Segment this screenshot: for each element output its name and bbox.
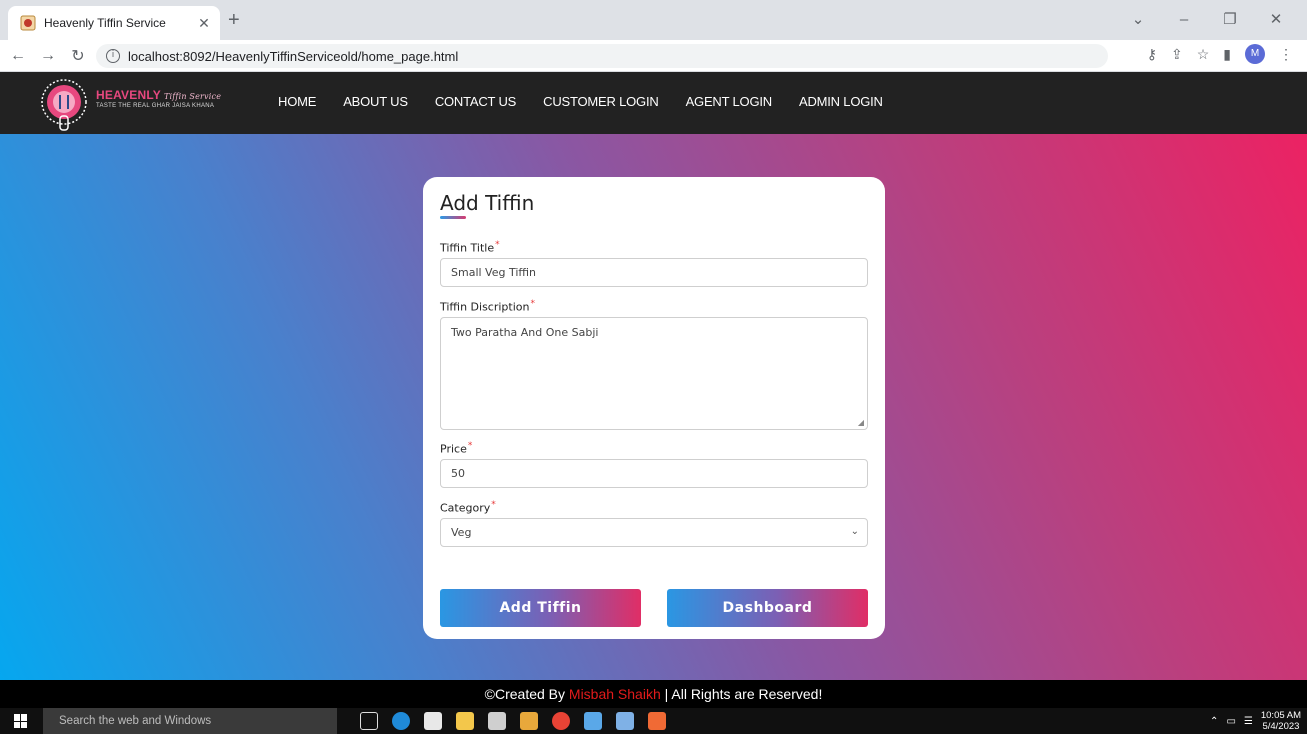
main-nav: HOME ABOUT US CONTACT US CUSTOMER LOGIN … bbox=[278, 94, 910, 109]
close-window-icon[interactable]: ✕ bbox=[1253, 8, 1299, 32]
price-label: Price* bbox=[440, 441, 473, 456]
forward-icon[interactable]: → bbox=[36, 47, 60, 65]
tiffin-description-textarea[interactable]: Two Paratha And One Sabji ◢ bbox=[440, 317, 868, 430]
address-bar[interactable]: i localhost:8092/HeavenlyTiffinServiceol… bbox=[96, 44, 1108, 68]
url-text: localhost:8092/HeavenlyTiffinServiceold/… bbox=[128, 48, 459, 64]
taskbar-search-input[interactable]: Search the web and Windows bbox=[43, 708, 337, 734]
share-icon[interactable]: ⇪ bbox=[1171, 46, 1183, 63]
nav-contact-us[interactable]: CONTACT US bbox=[435, 94, 517, 109]
tiffin-title-label: Tiffin Title* bbox=[440, 240, 500, 255]
new-tab-icon[interactable]: + bbox=[228, 10, 240, 30]
notepad-icon[interactable] bbox=[616, 712, 634, 730]
footer-author: Misbah Shaikh bbox=[568, 686, 661, 702]
os-taskbar: Search the web and Windows ⌃ ▭ ☰ 10:05 A… bbox=[0, 708, 1307, 734]
site-header: HEAVENLY Tiffin Service TASTE THE REAL GH… bbox=[0, 72, 1307, 134]
category-select[interactable]: Veg ⌄ bbox=[440, 518, 868, 547]
tiffin-title-input[interactable]: Small Veg Tiffin bbox=[440, 258, 868, 287]
resize-handle-icon[interactable]: ◢ bbox=[858, 418, 864, 427]
task-view-icon[interactable] bbox=[360, 712, 378, 730]
restore-icon[interactable]: ❐ bbox=[1207, 8, 1253, 32]
camera-icon[interactable] bbox=[488, 712, 506, 730]
browser-tabstrip: Heavenly Tiffin Service ✕ + ⌄ – ❐ ✕ bbox=[0, 0, 1307, 40]
chevron-down-icon: ⌄ bbox=[850, 526, 859, 537]
nav-about-us[interactable]: ABOUT US bbox=[343, 94, 408, 109]
edge-browser-icon[interactable] bbox=[392, 712, 410, 730]
back-icon[interactable]: ← bbox=[6, 47, 30, 65]
sublime-text-icon[interactable] bbox=[520, 712, 538, 730]
required-mark: * bbox=[530, 299, 535, 309]
taskbar-clock[interactable]: 10:05 AM 5/4/2023 bbox=[1261, 710, 1301, 732]
price-input[interactable]: 50 bbox=[440, 459, 868, 488]
required-mark: * bbox=[495, 240, 500, 250]
required-mark: * bbox=[491, 500, 496, 510]
brand: HEAVENLY Tiffin Service TASTE THE REAL GH… bbox=[96, 88, 221, 109]
hero-background: Add Tiffin Tiffin Title* Small Veg Tiffi… bbox=[0, 134, 1307, 680]
taskbar-apps bbox=[360, 712, 666, 730]
xampp-icon[interactable] bbox=[648, 712, 666, 730]
site-info-icon[interactable]: i bbox=[106, 49, 120, 63]
nav-admin-login[interactable]: ADMIN LOGIN bbox=[799, 94, 883, 109]
virtualbox-icon[interactable] bbox=[584, 712, 602, 730]
logo-icon[interactable] bbox=[36, 76, 92, 132]
store-icon[interactable] bbox=[424, 712, 442, 730]
nav-customer-login[interactable]: CUSTOMER LOGIN bbox=[543, 94, 659, 109]
brand-script: Tiffin Service bbox=[163, 92, 222, 101]
required-mark: * bbox=[467, 441, 473, 451]
tab-close-icon[interactable]: ✕ bbox=[196, 15, 212, 32]
tab-title: Heavenly Tiffin Service bbox=[44, 16, 166, 30]
nav-agent-login[interactable]: AGENT LOGIN bbox=[686, 94, 773, 109]
site-footer: ©Created By Misbah Shaikh | All Rights a… bbox=[0, 680, 1307, 708]
brand-tagline: TASTE THE REAL GHAR JAISA KHANA bbox=[96, 103, 215, 109]
battery-icon[interactable]: ▭ bbox=[1226, 716, 1235, 727]
window-controls: ⌄ – ❐ ✕ bbox=[1115, 8, 1299, 32]
add-tiffin-button[interactable]: Add Tiffin bbox=[440, 589, 641, 627]
site-favicon-icon bbox=[20, 15, 36, 31]
file-explorer-icon[interactable] bbox=[456, 712, 474, 730]
browser-toolbar: ← → ↻ i localhost:8092/HeavenlyTiffinSer… bbox=[0, 40, 1307, 72]
tab-search-icon[interactable]: ⌄ bbox=[1115, 8, 1161, 32]
profile-avatar[interactable]: M bbox=[1245, 44, 1265, 64]
form-title: Add Tiffin bbox=[440, 191, 535, 215]
toolbar-actions: ⚷ ⇪ ☆ ▮ M ⋮ bbox=[1147, 44, 1293, 64]
nav-home[interactable]: HOME bbox=[278, 94, 316, 109]
reload-icon[interactable]: ↻ bbox=[66, 46, 90, 66]
website: HEAVENLY Tiffin Service TASTE THE REAL GH… bbox=[0, 72, 1307, 708]
tiffin-description-label: Tiffin Discription* bbox=[440, 299, 535, 314]
password-key-icon[interactable]: ⚷ bbox=[1147, 46, 1157, 63]
notifications-icon[interactable]: ☰ bbox=[1244, 716, 1253, 727]
title-underline bbox=[440, 216, 466, 219]
side-panel-icon[interactable]: ▮ bbox=[1223, 46, 1231, 63]
add-tiffin-card: Add Tiffin Tiffin Title* Small Veg Tiffi… bbox=[423, 177, 885, 639]
system-tray: ⌃ ▭ ☰ 10:05 AM 5/4/2023 bbox=[1210, 710, 1301, 732]
category-label: Category* bbox=[440, 500, 496, 515]
windows-start-icon[interactable] bbox=[14, 714, 28, 728]
tray-chevron-up-icon[interactable]: ⌃ bbox=[1210, 716, 1218, 727]
menu-kebab-icon[interactable]: ⋮ bbox=[1279, 46, 1293, 63]
clock-time: 10:05 AM bbox=[1260, 710, 1301, 721]
footer-suffix: | All Rights are Reserved! bbox=[660, 686, 823, 702]
dashboard-button[interactable]: Dashboard bbox=[667, 589, 868, 627]
bookmark-star-icon[interactable]: ☆ bbox=[1197, 46, 1210, 63]
clock-date: 5/4/2023 bbox=[1262, 721, 1300, 732]
browser-tab[interactable]: Heavenly Tiffin Service ✕ bbox=[8, 6, 220, 40]
chrome-icon[interactable] bbox=[552, 712, 570, 730]
footer-prefix: ©Created By bbox=[484, 686, 569, 702]
brand-name: HEAVENLY Tiffin Service bbox=[96, 88, 222, 102]
minimize-icon[interactable]: – bbox=[1161, 8, 1207, 32]
